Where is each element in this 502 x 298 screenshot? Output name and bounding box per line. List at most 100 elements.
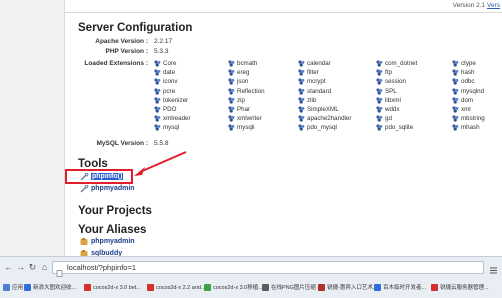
extension-label: pdo_mysql [307, 124, 337, 132]
extension-label: libxml [385, 96, 401, 104]
extension-item: calendar [298, 60, 331, 67]
alias-link-phpmyadmin[interactable]: phpmyadmin [80, 238, 135, 245]
extension-label: odbc [461, 78, 475, 86]
extension-item: standard [298, 88, 331, 95]
extension-icon [452, 60, 459, 67]
extension-item: pdo_mysql [298, 124, 337, 131]
extension-label: zlib [307, 96, 317, 104]
extension-icon [298, 106, 305, 113]
menu-icon[interactable] [489, 262, 498, 274]
extension-icon [154, 97, 161, 104]
extension-label: bcmath [237, 60, 258, 67]
bookmark-label: cocos2d-x 3.0移植... [213, 285, 263, 291]
browser-toolbar: ← → ↻ ⌂ localhost/?phpinfo=1 应用 新浪大图欢迎收..… [0, 256, 502, 298]
extension-item: xml [452, 106, 471, 113]
annotation-arrow-icon [134, 151, 187, 176]
extension-label: mysql [163, 124, 180, 132]
extension-label: PDO [163, 106, 177, 113]
bookmark-item[interactable]: 百木临时开发者... [374, 283, 426, 293]
bookmark-item[interactable]: 应用 [3, 283, 23, 293]
extension-item: ereg [228, 69, 249, 76]
extension-label: mbstring [461, 115, 485, 123]
extension-label: Core [163, 60, 177, 67]
extension-label: iconv [163, 78, 178, 86]
apache-version-value: 2.2.17 [154, 38, 173, 45]
bookmark-item[interactable]: 在线PNG图片压缩 -... [262, 283, 324, 293]
extension-icon [298, 69, 305, 76]
extension-item: json [228, 78, 248, 85]
extension-item: xmlwriter [228, 115, 262, 122]
extension-icon [228, 87, 235, 95]
bookmark-item[interactable]: 新浪大图欢迎收... [24, 283, 76, 293]
extension-label: hash [461, 69, 475, 77]
extension-label: zip [237, 96, 245, 104]
extension-icon [228, 115, 235, 122]
extension-label: json [237, 78, 249, 86]
alias-label-phpmyadmin: phpmyadmin [91, 238, 135, 245]
bookmark-label: 在线PNG图片压缩 -... [271, 285, 324, 291]
bookmark-item[interactable]: cocos2d-x 2.2 and... [147, 283, 206, 293]
extension-label: ctype [461, 60, 476, 67]
home-icon[interactable]: ⌂ [39, 262, 50, 273]
bookmark-favicon-icon [318, 284, 325, 291]
bookmark-item[interactable]: 锐捷-惠宾入口艺术... [318, 283, 377, 293]
php-version-value: 5.3.3 [154, 48, 169, 55]
extension-icon [154, 124, 161, 131]
version-link[interactable]: Vers [487, 2, 500, 9]
wamp-homepage: Version 2.1 Vers Server Configuration Ap… [0, 0, 502, 256]
extension-label: session [385, 78, 406, 86]
extension-label: standard [307, 87, 332, 95]
extension-icon [154, 87, 161, 95]
wrench-icon [80, 184, 89, 193]
version-text: Version 2.1 [452, 2, 486, 9]
bookmark-favicon-icon [374, 284, 381, 291]
extension-item: mysql [154, 124, 179, 131]
forward-arrow-icon[interactable]: → [15, 262, 26, 273]
extension-item: mysqli [228, 124, 255, 131]
address-bar[interactable]: localhost/?phpinfo=1 [52, 261, 484, 277]
annotation-highlight-box [65, 169, 133, 184]
extension-item: iconv [154, 78, 177, 85]
extension-item: Core [154, 60, 176, 67]
bookmarks-bar: 应用 新浪大图欢迎收... cocos2d-x 3.0 bet... cocos2d-… [0, 279, 502, 297]
extension-label: com_dotnet [385, 60, 418, 67]
extension-icon [452, 69, 459, 76]
extension-item: bcmath [228, 60, 257, 67]
extension-item: mcrypt [298, 78, 326, 85]
bookmark-item[interactable]: 锐捷云服务器管理... [431, 283, 489, 293]
extension-label: mysqlnd [461, 87, 485, 95]
extension-icon [298, 97, 305, 104]
extension-label: apache2handler [307, 115, 352, 123]
version-line: Version 2.1 Vers [453, 2, 500, 9]
bookmark-favicon-icon [147, 284, 154, 291]
extension-icon [298, 115, 305, 122]
extension-icon [452, 87, 459, 95]
extension-item: zlib [298, 97, 316, 104]
extension-label: wddx [385, 106, 400, 113]
reload-icon[interactable]: ↻ [27, 262, 38, 273]
extension-item: xmlreader [154, 115, 191, 122]
bookmark-label: 锐捷云服务器管理... [440, 285, 489, 291]
extension-item: apache2handler [298, 115, 351, 122]
bookmark-item[interactable]: cocos2d-x 3.0移植... [204, 283, 263, 293]
extension-icon [452, 115, 459, 122]
bookmark-item[interactable]: cocos2d-x 3.0 bet... [84, 283, 141, 293]
extension-icon [376, 106, 383, 113]
extension-item: wddx [376, 106, 399, 113]
mysql-version-value: 5.5.8 [154, 140, 169, 147]
extension-label: gd [385, 115, 392, 123]
extension-label: dom [461, 96, 474, 104]
extension-icon [376, 115, 383, 122]
extension-icon [228, 124, 235, 131]
extension-icon [154, 106, 161, 113]
extension-icon [376, 78, 383, 85]
alias-icon [80, 238, 89, 246]
extension-label: Phar [237, 106, 251, 113]
tool-link-phpmyadmin[interactable]: phpmyadmin [80, 184, 135, 193]
bookmark-label: 锐捷-惠宾入口艺术... [327, 285, 378, 291]
bookmark-favicon-icon [431, 284, 438, 291]
bookmark-favicon-icon [204, 284, 211, 291]
extension-item: SPL [376, 88, 397, 95]
back-arrow-icon[interactable]: ← [3, 262, 14, 273]
apache-version-label: Apache Version : [95, 38, 148, 45]
